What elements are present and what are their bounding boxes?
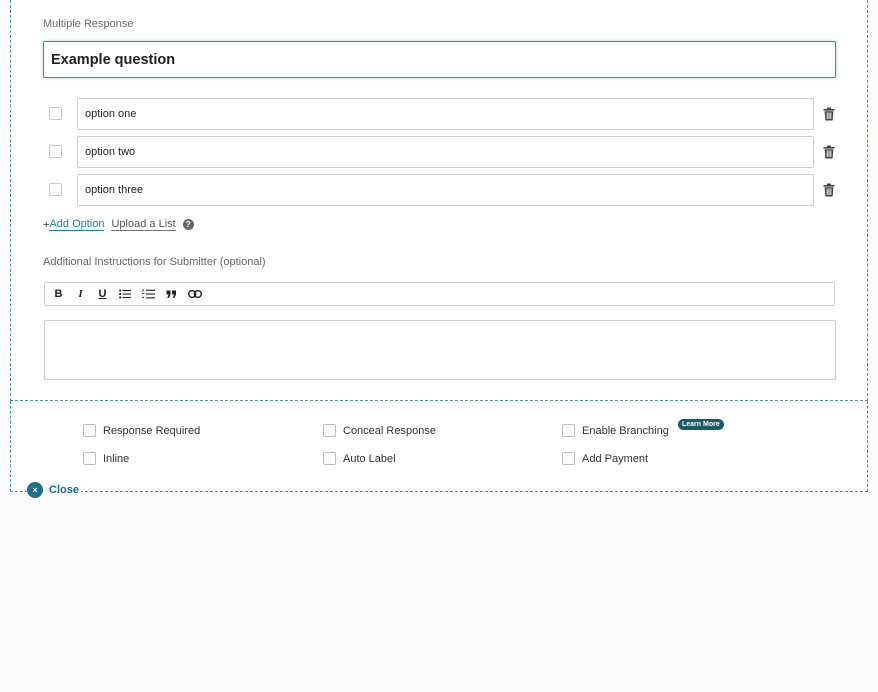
- checkbox-box[interactable]: [83, 452, 96, 465]
- option-input[interactable]: option three: [77, 174, 814, 206]
- checkbox-box[interactable]: [562, 424, 575, 437]
- instructions-textarea[interactable]: [44, 320, 836, 380]
- numbered-list-icon[interactable]: [142, 287, 155, 301]
- conceal-response-checkbox[interactable]: Conceal Response: [323, 424, 436, 437]
- learn-more-badge[interactable]: Learn More: [678, 419, 724, 430]
- checkbox-box[interactable]: [83, 424, 96, 437]
- response-required-checkbox[interactable]: Response Required: [83, 424, 200, 437]
- rich-text-toolbar: B I U: [44, 282, 835, 306]
- inline-checkbox[interactable]: Inline: [83, 452, 129, 465]
- trash-icon[interactable]: [823, 145, 835, 159]
- upload-list-link[interactable]: Upload a List: [111, 218, 176, 231]
- enable-branching-checkbox[interactable]: Enable Branching: [562, 424, 669, 437]
- add-payment-checkbox[interactable]: Add Payment: [562, 452, 648, 465]
- option-row: option one: [43, 98, 843, 130]
- option-row: option three: [43, 174, 843, 206]
- option-checkbox[interactable]: [49, 107, 62, 120]
- help-icon[interactable]: ?: [182, 219, 194, 230]
- question-text-input[interactable]: Example question: [43, 41, 836, 78]
- enable-branching-label: Enable Branching: [582, 424, 669, 437]
- close-button[interactable]: × Close: [27, 482, 81, 498]
- trash-icon[interactable]: [823, 107, 835, 121]
- inline-label: Inline: [103, 452, 130, 465]
- option-actions: + Add Option Upload a List ?: [43, 218, 194, 231]
- bold-button[interactable]: B: [53, 287, 64, 301]
- option-checkbox[interactable]: [49, 183, 62, 196]
- question-type-label: Multiple Response: [43, 18, 134, 30]
- bullet-list-icon[interactable]: [119, 287, 131, 301]
- auto-label-checkbox[interactable]: Auto Label: [323, 452, 396, 465]
- add-option-link[interactable]: Add Option: [49, 218, 105, 231]
- option-checkbox[interactable]: [49, 145, 62, 158]
- checkbox-box[interactable]: [562, 452, 575, 465]
- italic-button[interactable]: I: [75, 287, 86, 301]
- close-label[interactable]: Close: [49, 484, 79, 496]
- auto-label-label: Auto Label: [343, 452, 396, 465]
- trash-icon[interactable]: [823, 183, 835, 197]
- instructions-label: Additional Instructions for Submitter (o…: [43, 256, 266, 268]
- checkbox-box[interactable]: [323, 424, 336, 437]
- quote-icon[interactable]: [166, 287, 177, 301]
- option-input[interactable]: option two: [77, 136, 814, 168]
- response-required-label: Response Required: [103, 424, 201, 437]
- checkbox-box[interactable]: [323, 452, 336, 465]
- add-payment-label: Add Payment: [582, 452, 649, 465]
- link-icon[interactable]: [188, 287, 202, 301]
- option-input[interactable]: option one: [77, 98, 814, 130]
- option-row: option two: [43, 136, 843, 168]
- close-icon[interactable]: ×: [27, 482, 43, 498]
- question-settings: Response Required Conceal Response Enabl…: [10, 401, 868, 492]
- question-editor: Multiple Response Example question optio…: [10, 0, 868, 401]
- underline-button[interactable]: U: [97, 287, 108, 301]
- conceal-response-label: Conceal Response: [343, 424, 436, 437]
